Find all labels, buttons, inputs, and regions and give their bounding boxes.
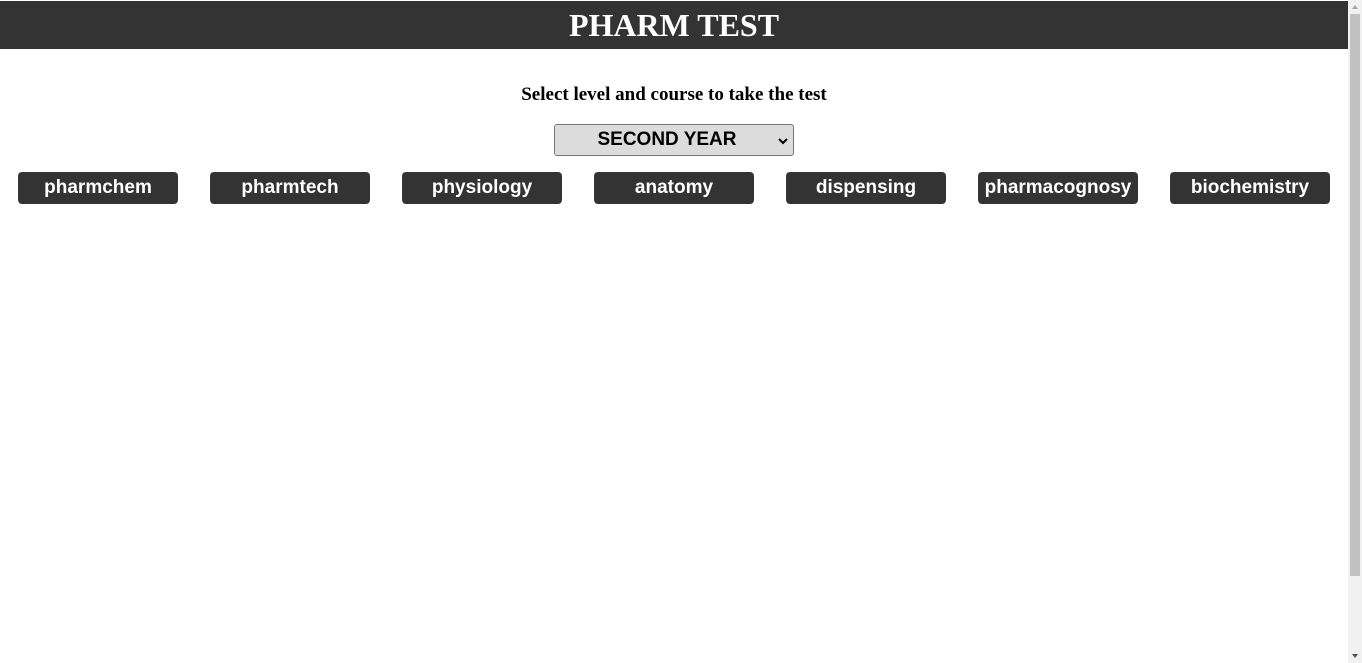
course-button-pharmchem[interactable]: pharmchem <box>18 172 178 204</box>
course-button-dispensing[interactable]: dispensing <box>786 172 946 204</box>
course-button-row: pharmchem pharmtech physiology anatomy d… <box>0 172 1348 204</box>
header-bar: PHARM TEST <box>0 1 1348 49</box>
course-button-physiology[interactable]: physiology <box>402 172 562 204</box>
page-title: PHARM TEST <box>568 7 780 43</box>
vertical-scrollbar[interactable] <box>1348 0 1362 663</box>
scrollbar-thumb[interactable] <box>1350 14 1360 576</box>
page: PHARM TEST Select level and course to ta… <box>0 0 1348 663</box>
chevron-down-icon <box>778 138 788 145</box>
course-button-pharmacognosy[interactable]: pharmacognosy <box>978 172 1138 204</box>
course-button-anatomy[interactable]: anatomy <box>594 172 754 204</box>
scroll-down-arrow-icon[interactable] <box>1348 649 1362 663</box>
course-button-pharmtech[interactable]: pharmtech <box>210 172 370 204</box>
browser-viewport: PHARM TEST Select level and course to ta… <box>0 0 1362 663</box>
scroll-up-arrow-icon[interactable] <box>1348 0 1362 14</box>
instructions-text: Select level and course to take the test <box>521 84 827 105</box>
level-select-value: SECOND YEAR <box>597 129 737 150</box>
course-button-biochemistry[interactable]: biochemistry <box>1170 172 1330 204</box>
level-select[interactable]: SECOND YEAR <box>554 124 794 156</box>
